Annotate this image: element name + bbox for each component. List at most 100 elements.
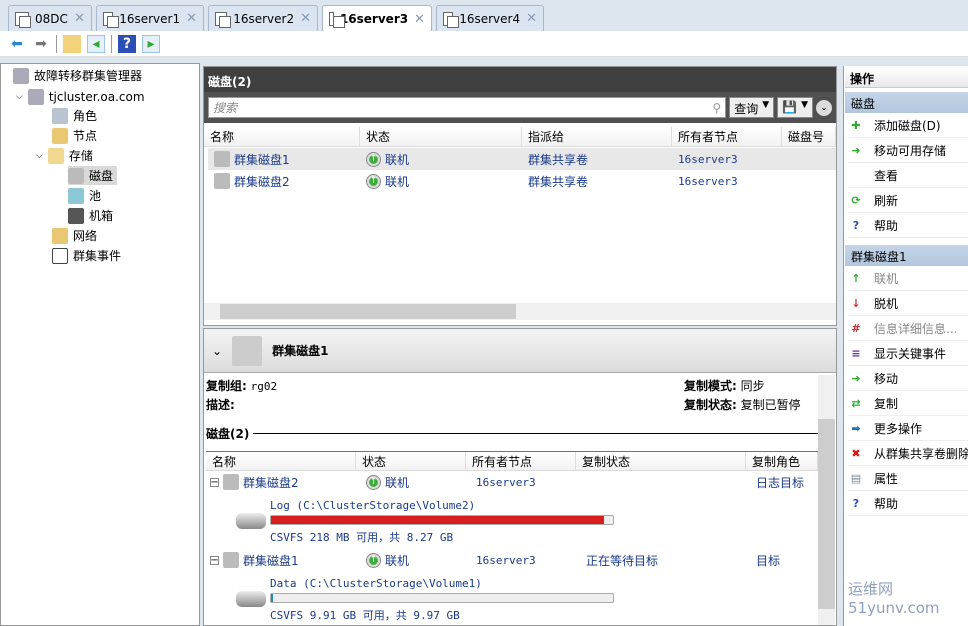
actions-section-disk1[interactable]: 群集磁盘1 bbox=[845, 245, 968, 266]
action-item[interactable]: ✖ 从群集共享卷删除 bbox=[848, 442, 968, 466]
vertical-scrollbar[interactable] bbox=[818, 375, 835, 625]
horizontal-scrollbar[interactable] bbox=[204, 303, 836, 320]
action-label: 联机 bbox=[874, 272, 899, 286]
pool-icon bbox=[68, 187, 84, 204]
disk-row[interactable]: − 群集磁盘2 ↑ 联机 16server3 日志目标 bbox=[210, 471, 810, 493]
action-item[interactable]: ≡ 显示关键事件 bbox=[848, 342, 968, 366]
dropdown-arrow-icon: ▼ bbox=[801, 100, 808, 110]
column-header[interactable]: 状态 bbox=[356, 452, 466, 470]
disk-row[interactable]: − 群集磁盘1 ↑ 联机 16server3 正在等待目标 目标 bbox=[210, 549, 810, 571]
close-icon[interactable]: ✕ bbox=[414, 12, 425, 27]
column-header[interactable]: 所有者节点 bbox=[466, 452, 576, 470]
tree-item-nodes[interactable]: 节点 bbox=[52, 126, 97, 145]
column-header[interactable]: 复制角色 bbox=[746, 452, 818, 470]
watermark-text: 运维网 51yunv.com bbox=[848, 580, 940, 617]
scrollbar-thumb[interactable] bbox=[220, 304, 516, 319]
back-icon[interactable]: ⬅ bbox=[8, 35, 26, 53]
tab-16server4[interactable]: 16server4 ✕ bbox=[436, 5, 544, 31]
column-header[interactable]: 复制状态 bbox=[576, 452, 746, 470]
action-label: 属性 bbox=[874, 472, 899, 486]
expand-icon[interactable]: ⌄ bbox=[816, 99, 832, 116]
cluster-icon bbox=[27, 88, 44, 105]
action-item[interactable]: ? 帮助 bbox=[848, 214, 968, 238]
column-header[interactable]: 磁盘号 bbox=[782, 127, 836, 146]
collapse-icon[interactable]: ⌄ bbox=[212, 344, 222, 358]
replication-role: 目标 bbox=[756, 553, 781, 568]
action-item[interactable]: 查看 bbox=[848, 164, 968, 188]
action-item[interactable]: ↓ 脱机 bbox=[848, 292, 968, 316]
action-item[interactable]: # 信息详细信息... bbox=[848, 317, 968, 341]
enclosure-icon bbox=[68, 207, 84, 224]
collapse-toggle-icon[interactable]: − bbox=[210, 555, 219, 566]
tree-item-disks[interactable]: 磁盘 bbox=[68, 166, 118, 185]
tab-16server1[interactable]: 16server1 ✕ bbox=[96, 5, 204, 31]
action-item[interactable]: ⟳ 刷新 bbox=[848, 189, 968, 213]
show-hide-tree-icon[interactable]: ◂ bbox=[87, 34, 105, 53]
help-icon: ? bbox=[852, 497, 860, 510]
separator bbox=[111, 34, 112, 53]
tree-item-networks[interactable]: 网络 bbox=[52, 226, 97, 245]
tree-item-root[interactable]: 故障转移群集管理器 bbox=[13, 66, 142, 85]
move-icon: ➜ bbox=[851, 372, 861, 385]
chevron-down-icon[interactable]: ⌵ bbox=[16, 92, 23, 102]
save-query-button[interactable]: 💾 ▼ bbox=[777, 97, 813, 118]
chevron-down-icon[interactable]: ⌵ bbox=[36, 151, 43, 161]
tree-item-pools[interactable]: 池 bbox=[68, 186, 101, 205]
search-icon[interactable]: ⚲ bbox=[712, 101, 721, 115]
action-label: 移动可用存储 bbox=[874, 144, 947, 158]
status: 联机 bbox=[385, 174, 410, 189]
tab-label: 16server2 bbox=[233, 11, 295, 26]
disk-icon bbox=[223, 552, 239, 568]
separator bbox=[56, 34, 57, 53]
watermark: 运维网 51yunv.com bbox=[848, 578, 968, 617]
disk-name: 群集磁盘2 bbox=[234, 174, 290, 189]
save-icon: 💾 bbox=[782, 100, 798, 114]
help-icon[interactable]: ? bbox=[118, 34, 136, 53]
toolbar: ⬅ ➡ ◂ ? ▸ bbox=[0, 31, 968, 57]
column-header[interactable]: 所有者节点 bbox=[672, 127, 782, 146]
close-icon[interactable]: ✕ bbox=[186, 11, 197, 26]
action-item[interactable]: ➡ 更多操作 bbox=[848, 417, 968, 441]
up-folder-icon[interactable] bbox=[63, 34, 81, 53]
info-icon: # bbox=[851, 322, 861, 335]
tab-16server2[interactable]: 16server2 ✕ bbox=[208, 5, 318, 31]
critical-events-icon: ≡ bbox=[851, 347, 861, 360]
volume-usage: CSVFS 218 MB 可用，共 8.27 GB bbox=[270, 531, 454, 544]
forward-icon[interactable]: ➡ bbox=[32, 35, 50, 53]
online-icon: ↑ bbox=[366, 474, 381, 490]
tab-label: 08DC bbox=[35, 11, 68, 26]
action-item[interactable]: ➜ 移动可用存储 bbox=[848, 139, 968, 163]
close-icon[interactable]: ✕ bbox=[526, 11, 537, 26]
dropdown-arrow-icon: ▼ bbox=[762, 100, 770, 110]
action-item[interactable]: ↑ 联机 bbox=[848, 267, 968, 291]
action-item[interactable]: ? 帮助 bbox=[848, 492, 968, 516]
collapse-toggle-icon[interactable]: − bbox=[210, 477, 219, 488]
table-row[interactable]: 群集磁盘1 ↑ 联机 群集共享卷 16server3 bbox=[208, 148, 836, 170]
scrollbar-thumb[interactable] bbox=[818, 419, 835, 609]
actions-section-disks[interactable]: 磁盘 bbox=[845, 92, 968, 113]
action-item[interactable]: ✚ 添加磁盘(D) bbox=[848, 114, 968, 138]
close-icon[interactable]: ✕ bbox=[74, 11, 85, 26]
show-hide-action-pane-icon[interactable]: ▸ bbox=[142, 34, 160, 53]
column-header[interactable]: 指派给 bbox=[522, 127, 672, 146]
action-item[interactable]: ⇄ 复制 bbox=[848, 392, 968, 416]
tab-08dc[interactable]: 08DC ✕ bbox=[8, 5, 92, 31]
query-button[interactable]: 查询 ▼ bbox=[729, 97, 775, 118]
close-icon[interactable]: ✕ bbox=[300, 11, 311, 26]
table-row[interactable]: 群集磁盘2 ↑ 联机 群集共享卷 16server3 bbox=[208, 170, 836, 192]
tab-16server3[interactable]: 16server3 ✕ bbox=[322, 5, 432, 32]
column-header[interactable]: 名称 bbox=[206, 452, 356, 470]
status: 联机 bbox=[385, 152, 410, 167]
action-item[interactable]: ▤ 属性 bbox=[848, 467, 968, 491]
column-header[interactable]: 名称 bbox=[204, 127, 360, 146]
tree-item-enclosures[interactable]: 机箱 bbox=[68, 206, 113, 225]
action-item[interactable]: ➜ 移动 bbox=[848, 367, 968, 391]
search-input[interactable]: 搜索 ⚲ bbox=[208, 97, 727, 118]
tree-item-cluster-events[interactable]: 群集事件 bbox=[52, 246, 121, 265]
tree-item-cluster[interactable]: ⌵ tjcluster.oa.com bbox=[16, 87, 145, 106]
tree-item-storage[interactable]: ⌵ 存储 bbox=[36, 146, 93, 165]
tree-label: 角色 bbox=[73, 109, 98, 123]
owner-node: 16server3 bbox=[678, 152, 738, 166]
tree-item-roles[interactable]: 角色 bbox=[52, 106, 97, 125]
column-header[interactable]: 状态 bbox=[360, 127, 522, 146]
